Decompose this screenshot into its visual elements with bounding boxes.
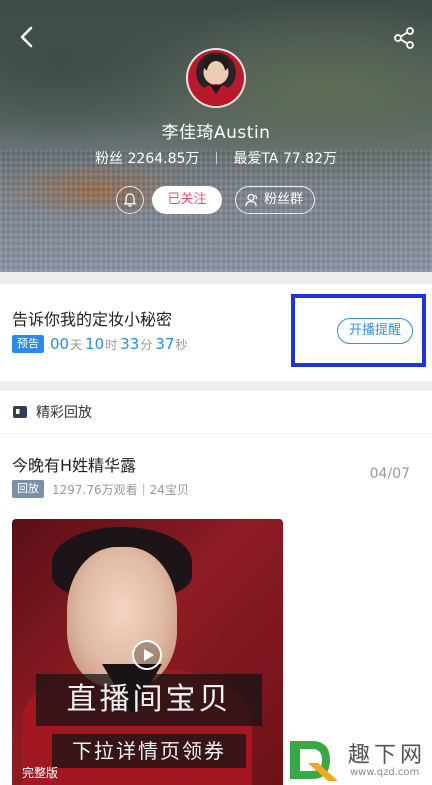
replay-view-count: 1297.76万观看	[52, 482, 138, 497]
replay-badge: 回放	[12, 480, 44, 498]
section-separator	[0, 272, 432, 284]
fans-count: 2264.85万	[127, 151, 200, 167]
countdown-seconds: 37	[155, 335, 175, 353]
thumbnail-caption-main: 直播间宝贝	[36, 674, 262, 726]
fans-label: 粉丝	[95, 151, 124, 167]
stats-divider	[215, 152, 217, 164]
full-version-label: 完整版	[22, 766, 59, 780]
play-icon	[144, 649, 154, 661]
countdown-minutes-unit: 分	[140, 337, 153, 352]
profile-stats: 粉丝 2264.85万 最爱TA 77.82万	[0, 148, 432, 168]
bell-icon	[124, 193, 136, 207]
countdown-days: 00	[50, 335, 70, 353]
thumbnail-caption-sub: 下拉详情页领券	[52, 734, 246, 768]
replay-item-title[interactable]: 今晚有H姓精华露	[12, 452, 136, 476]
avatar[interactable]	[186, 48, 246, 108]
countdown-row: 预告 00 天 10 时 33 分 37 秒	[12, 334, 190, 354]
follow-button[interactable]: 已关注	[152, 186, 222, 214]
fans-group-icon	[245, 193, 258, 207]
favorite-label: 最爱TA	[233, 151, 279, 167]
upcoming-live-title[interactable]: 告诉你我的定妆小秘密	[12, 306, 172, 330]
watermark-logo-icon	[290, 741, 338, 781]
fans-group-button[interactable]: 粉丝群	[235, 186, 315, 214]
replay-icon	[13, 406, 27, 418]
countdown-seconds-unit: 秒	[175, 337, 188, 352]
notification-bell-button[interactable]	[116, 186, 144, 214]
watermark-text: 趣下网	[348, 743, 427, 768]
favorite-count: 77.82万	[282, 151, 337, 167]
replay-item-date: 04/07	[369, 466, 410, 482]
fans-group-label: 粉丝群	[264, 192, 304, 207]
countdown-hours-unit: 时	[105, 337, 118, 352]
watermark-url: www.qzd.com	[350, 767, 420, 778]
replay-section-title: 精彩回放	[36, 405, 92, 421]
divider	[0, 433, 432, 434]
section-separator	[0, 381, 432, 391]
replay-video-thumbnail[interactable]: 直播间宝贝 下拉详情页领券 完整版	[12, 519, 283, 785]
play-button[interactable]	[132, 640, 162, 670]
streamer-name: 李佳琦Austin	[161, 123, 271, 143]
annotation-highlight-box	[291, 294, 426, 367]
profile-header: 李佳琦Austin 粉丝 2264.85万 最爱TA 77.82万 已关注 粉丝…	[0, 0, 432, 272]
replay-item-count: 24宝贝	[149, 482, 189, 497]
site-watermark: 趣下网 www.qzd.com	[286, 735, 432, 785]
meta-divider: |	[141, 482, 146, 496]
share-icon[interactable]	[392, 26, 416, 50]
replay-section-header: 精彩回放	[12, 402, 92, 422]
countdown-hours: 10	[85, 335, 105, 353]
countdown-minutes: 33	[120, 335, 140, 353]
replay-item-meta: 回放 1297.76万观看 | 24宝贝	[12, 480, 189, 498]
back-arrow-icon[interactable]	[14, 24, 40, 50]
preview-badge: 预告	[12, 335, 44, 353]
countdown-days-unit: 天	[70, 337, 83, 352]
